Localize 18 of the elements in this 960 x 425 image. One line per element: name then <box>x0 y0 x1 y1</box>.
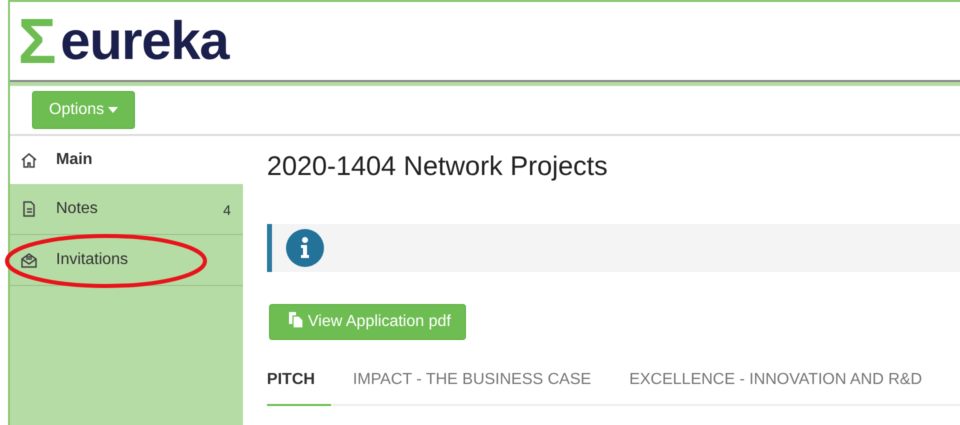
info-icon <box>286 229 324 268</box>
page-title: 2020-1404 Network Projects <box>266 150 609 182</box>
logo-text: eureka <box>60 14 229 68</box>
envelope-icon <box>20 251 38 269</box>
sidebar-label: Main <box>56 150 94 170</box>
home-icon <box>20 151 38 169</box>
tab[interactable]: PITCH <box>266 360 331 406</box>
tab[interactable]: IMPACT - THE BUSINESS CASE <box>352 360 592 406</box>
logo-symbol: Σ <box>18 9 56 73</box>
sidebar-label: Notes <box>56 199 99 219</box>
tab[interactable]: EXCELLENCE - INNOVATION AND R&D <box>629 360 922 406</box>
caret-icon <box>108 106 118 113</box>
sidebar-item[interactable]: Notes 4 <box>10 184 243 235</box>
sidebar-label: Invitations <box>56 250 130 270</box>
sidebar-item[interactable]: Main <box>10 136 243 184</box>
document-icon <box>288 311 304 330</box>
sidebar-item[interactable]: Invitations <box>10 235 243 286</box>
count: 4 <box>223 201 231 220</box>
